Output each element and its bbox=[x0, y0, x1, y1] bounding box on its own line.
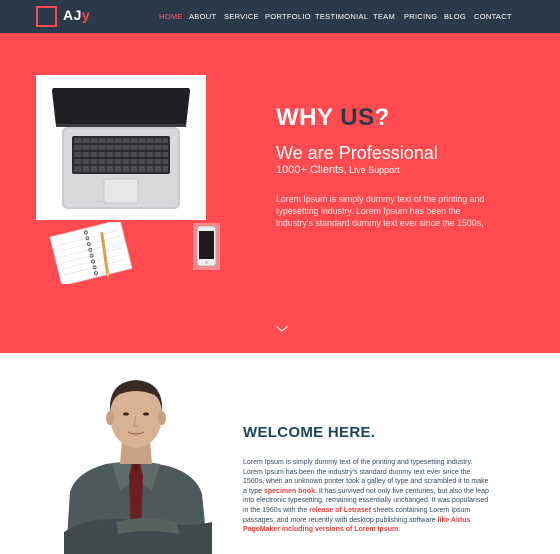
scroll-down-chevron-icon[interactable] bbox=[276, 326, 288, 332]
hero-title-suffix: ? bbox=[374, 104, 390, 131]
nav-testimonial[interactable]: TESTIMONIAL bbox=[315, 12, 368, 21]
hero-subtitle: We are Professional bbox=[276, 143, 438, 163]
nav-contact[interactable]: CONTACT bbox=[474, 12, 512, 21]
nav-portfolio[interactable]: PORTFOLIO bbox=[265, 12, 311, 21]
nav-about[interactable]: ABOUT bbox=[189, 12, 216, 21]
nav-service[interactable]: SERVICE bbox=[224, 12, 259, 21]
welcome-title-text: WELCOME HERE bbox=[243, 424, 371, 441]
nav-blog[interactable]: BLOG bbox=[444, 12, 466, 21]
welcome-highlight-2: release of Letraset bbox=[309, 506, 372, 514]
hero-clients-count: 1000+ Clients, bbox=[276, 164, 347, 176]
hero-title-highlight: US bbox=[340, 104, 375, 131]
laptop-illustration bbox=[52, 88, 190, 209]
welcome-text-4: . bbox=[398, 526, 401, 534]
nav-home[interactable]: HOME bbox=[159, 12, 183, 21]
smartphone-image bbox=[193, 223, 220, 270]
welcome-title-dot: . bbox=[370, 424, 376, 441]
notebook-pencil-image bbox=[49, 222, 133, 284]
hero-description: Lorem Ipsum is simply dummy text of the … bbox=[276, 194, 485, 228]
hero-live-support: Live Support bbox=[346, 165, 400, 175]
hero-title: WHY US? bbox=[276, 104, 390, 132]
welcome-highlight-1: specimen book bbox=[264, 487, 315, 495]
laptop-image bbox=[36, 75, 206, 220]
hero-clients-line: 1000+ Clients, Live Support bbox=[276, 164, 400, 176]
businessman-photo bbox=[64, 380, 212, 554]
hero-title-prefix: WHY bbox=[276, 104, 341, 131]
main-nav: HOME ABOUT SERVICE PORTFOLIO TESTIMONIAL… bbox=[0, 12, 560, 24]
top-navbar: AJy HOME ABOUT SERVICE PORTFOLIO TESTIMO… bbox=[0, 0, 560, 33]
welcome-paragraph: Lorem Ipsum is simply dummy text of the … bbox=[243, 458, 490, 535]
welcome-title: WELCOME HERE. bbox=[243, 424, 375, 441]
nav-team[interactable]: TEAM bbox=[373, 12, 395, 21]
nav-pricing[interactable]: PRICING bbox=[404, 12, 437, 21]
